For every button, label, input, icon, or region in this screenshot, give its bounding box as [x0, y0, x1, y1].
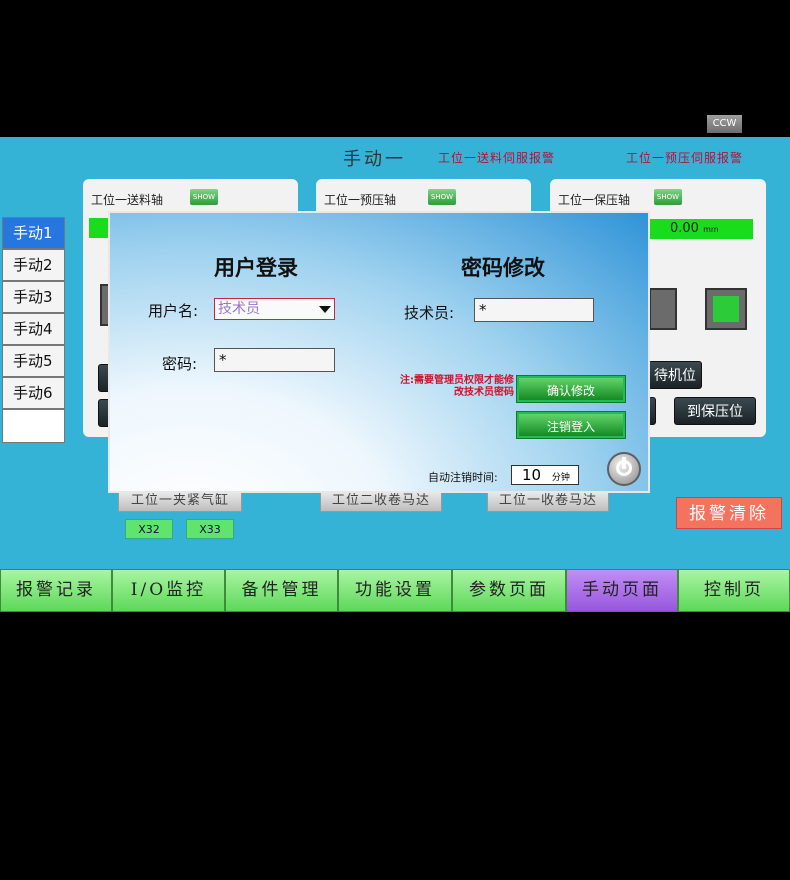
ccw-button[interactable]: CCW	[707, 115, 742, 133]
logout-button[interactable]: 注销登入	[517, 412, 625, 438]
tab-manual-2[interactable]: 手动2	[2, 249, 65, 281]
power-icon-line	[622, 457, 626, 469]
tab-blank	[2, 409, 65, 443]
password-label: 密码:	[162, 355, 198, 373]
tab-manual-3[interactable]: 手动3	[2, 281, 65, 313]
nav-function-settings[interactable]: 功能设置	[338, 569, 452, 612]
auto-logout-unit: 分钟	[551, 473, 570, 483]
position-value: 0.00	[670, 221, 699, 236]
wait-position-button[interactable]: 待机位	[648, 361, 702, 389]
tab-manual-5[interactable]: 手动5	[2, 345, 65, 377]
panel-title: 工位一保压轴	[558, 193, 631, 207]
technician-label: 技术员:	[404, 304, 455, 322]
auto-logout-value: 10	[522, 466, 542, 484]
chevron-down-icon	[319, 306, 331, 313]
jog-button[interactable]	[649, 288, 677, 330]
login-title: 用户登录	[214, 256, 298, 280]
x33-indicator: X33	[186, 519, 234, 539]
password-field[interactable]: *	[214, 348, 335, 372]
panel-title: 工位一预压轴	[324, 193, 397, 207]
power-button[interactable]	[607, 452, 641, 486]
nav-manual-page[interactable]: 手动页面	[566, 569, 678, 612]
tab-manual-6[interactable]: 手动6	[2, 377, 65, 409]
down-arrow-icon	[713, 296, 739, 322]
show-button[interactable]: SHOW	[428, 189, 456, 205]
nav-io-monitor[interactable]: I/O监控	[112, 569, 225, 612]
nav-alarm-record[interactable]: 报警记录	[0, 569, 112, 612]
nav-spare-parts[interactable]: 备件管理	[225, 569, 338, 612]
username-label: 用户名:	[148, 302, 199, 320]
nav-parameters[interactable]: 参数页面	[452, 569, 566, 612]
show-button[interactable]: SHOW	[654, 189, 682, 205]
show-button[interactable]: SHOW	[190, 189, 218, 205]
to-hold-position-button[interactable]: 到保压位	[674, 397, 756, 425]
tab-manual-4[interactable]: 手动4	[2, 313, 65, 345]
change-password-title: 密码修改	[461, 256, 545, 280]
alarm-prepress-servo: 工位一预压伺服报警	[626, 151, 744, 165]
position-readout: 0.00 mm	[640, 219, 753, 239]
x32-indicator: X32	[125, 519, 173, 539]
alarm-clear-button[interactable]: 报警清除	[676, 497, 782, 529]
confirm-change-button[interactable]: 确认修改	[517, 376, 625, 402]
permission-note: 注:需要管理员权限才能修改技术员密码	[400, 375, 514, 398]
auto-logout-label: 自动注销时间:	[428, 471, 498, 484]
username-value: 技术员	[218, 301, 260, 317]
manual-tabs: 手动1 手动2 手动3 手动4 手动5 手动6	[2, 217, 65, 443]
tab-manual-1[interactable]: 手动1	[2, 217, 65, 249]
bottom-nav: 报警记录 I/O监控 备件管理 功能设置 参数页面 手动页面 控制页	[0, 569, 790, 612]
page-title: 手动一	[343, 149, 406, 170]
login-dialog	[108, 211, 650, 493]
nav-control-page[interactable]: 控制页	[678, 569, 790, 612]
position-unit: mm	[703, 225, 719, 234]
auto-logout-input[interactable]: 10 分钟	[511, 465, 579, 485]
technician-password-field[interactable]: *	[474, 298, 594, 322]
username-select[interactable]: 技术员	[214, 298, 335, 320]
alarm-feed-servo: 工位一送料伺服报警	[438, 151, 556, 165]
jog-down-button[interactable]	[705, 288, 747, 330]
panel-title: 工位一送料轴	[91, 193, 164, 207]
